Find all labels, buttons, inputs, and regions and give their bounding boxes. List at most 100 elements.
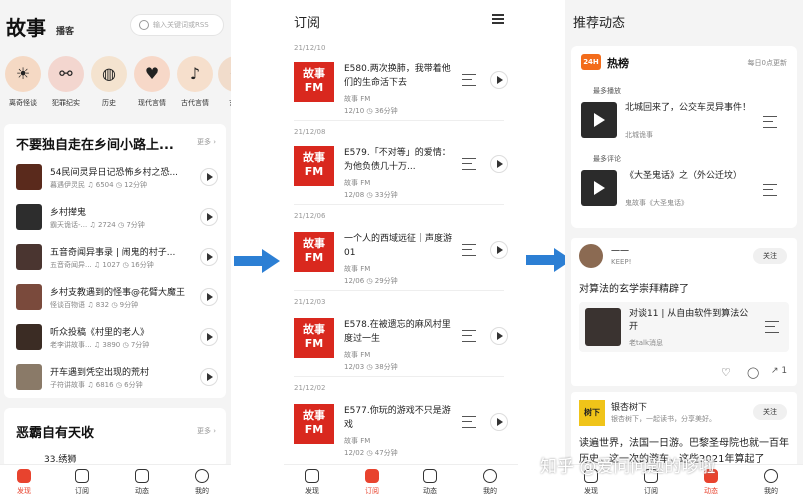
episode-item[interactable]: 故事FM E580.两次换肺，我带着他们的生命活下去 故事 FM 12/10 ◷… — [294, 62, 514, 124]
tab-discover[interactable]: 发现 — [4, 469, 44, 496]
item-author: 霸天诡话-... — [50, 221, 88, 229]
episode-title: E578.在被遗忘的麻风村里度过一生 — [344, 320, 451, 344]
tab-me[interactable]: 我的 — [470, 469, 510, 496]
post-user[interactable]: 一一 — [611, 244, 629, 257]
shared-source: 老talk消息 — [629, 339, 664, 347]
play-button[interactable] — [490, 155, 508, 173]
add-to-queue-icon[interactable] — [765, 321, 779, 333]
add-to-queue-icon[interactable] — [763, 116, 777, 128]
tab-subscribe[interactable]: 订阅 — [62, 469, 102, 496]
add-to-queue-icon[interactable] — [462, 416, 476, 428]
category-item[interactable]: ◍ 历史 — [87, 56, 131, 108]
list-icon[interactable] — [492, 14, 504, 24]
episode-item[interactable]: 故事FM E579.「不对等」的爱情：为他负债几十万... 故事 FM 12/0… — [294, 146, 514, 208]
episode-meta: 12/10 ◷ 36分钟 — [344, 107, 398, 115]
list-item[interactable]: 乡村支教遇到的怪事@花臂大魔王 怪谈百物语 ♫ 832 ◷ 9分钟 — [16, 284, 220, 320]
play-button[interactable] — [200, 208, 218, 226]
avatar[interactable]: 树下 — [579, 400, 605, 426]
tab-feed[interactable]: 动态 — [122, 469, 162, 496]
play-count: 6816 — [95, 381, 114, 389]
play-button[interactable] — [490, 71, 508, 89]
show-logo: 故事FM — [294, 404, 334, 444]
section-title[interactable]: 不要独自走在乡间小路上... — [16, 134, 174, 153]
show-logo: 故事FM — [294, 62, 334, 102]
play-button[interactable] — [200, 288, 218, 306]
podcast-label[interactable]: 播客 — [56, 24, 74, 37]
play-button[interactable] — [200, 368, 218, 386]
profile-icon — [764, 469, 778, 483]
category-row: ☀ 离奇怪谈 ⚯ 犯罪纪实 ◍ 历史 ♥ 现代言情 ♪ 古代言情 ✦ 玄幻 — [0, 56, 231, 116]
category-item[interactable]: ✦ 玄幻 — [214, 56, 231, 108]
category-icon: ♪ — [177, 56, 213, 92]
follow-button[interactable]: 关注 — [753, 248, 787, 264]
section-title[interactable]: 恶霸自有天收 — [16, 422, 94, 441]
list-item[interactable]: 乡村撵鬼 霸天诡话-... ♫ 2724 ◷ 7分钟 — [16, 204, 220, 240]
hot-item[interactable]: 《大圣鬼话》之（外公迁坟） 鬼故事《大圣鬼话》 — [581, 170, 787, 212]
add-to-queue-icon[interactable] — [462, 244, 476, 256]
tab-discover[interactable]: 发现 — [292, 469, 332, 496]
category-item[interactable]: ⚯ 犯罪纪实 — [44, 56, 88, 108]
play-button[interactable] — [490, 413, 508, 431]
add-to-queue-icon[interactable] — [462, 158, 476, 170]
hot-item[interactable]: 北城回来了，公交车灵异事件！ 北城诡事 — [581, 102, 787, 144]
post-user[interactable]: 银杏树下 — [611, 400, 647, 413]
tab-label: 我的 — [764, 487, 778, 495]
avatar[interactable] — [579, 244, 603, 268]
post-user-sub: 银杏树下，一起读书，分享美好。 — [611, 415, 716, 423]
show-logo: 故事FM — [294, 232, 334, 272]
share-button[interactable]: ↗ 1 — [771, 366, 787, 376]
tab-label: 订阅 — [644, 487, 658, 495]
cover-play-icon[interactable] — [581, 102, 617, 138]
tab-feed[interactable]: 动态 — [410, 469, 450, 496]
list-item[interactable]: 54民间灵异日记恐怖乡村之恐... 暮遇伊灵民 ♫ 6504 ◷ 12分钟 — [16, 164, 220, 200]
item-meta: 老李讲故事... ♫ 3890 ◷ 7分钟 — [50, 341, 150, 349]
comment-icon[interactable]: ◯ — [747, 366, 759, 379]
play-button[interactable] — [490, 241, 508, 259]
more-link[interactable]: 更多 › — [197, 137, 216, 147]
item-title: 五音奇闻异事录 | 闹鬼的村子... — [50, 248, 176, 258]
shared-episode[interactable]: 对谈11 | 从自由软件到算法公开 老talk消息 — [579, 302, 789, 352]
tab-label: 发现 — [305, 487, 319, 495]
tab-me[interactable]: 我的 — [182, 469, 222, 496]
tab-me[interactable]: 我的 — [751, 469, 791, 496]
play-button[interactable] — [200, 248, 218, 266]
play-button[interactable] — [200, 168, 218, 186]
list-item[interactable]: 五音奇闻异事录 | 闹鬼的村子... 五音奇闻异... ♫ 1027 ◷ 16分… — [16, 244, 220, 280]
profile-icon — [483, 469, 497, 483]
more-link[interactable]: 更多 › — [197, 426, 216, 436]
play-button[interactable] — [200, 328, 218, 346]
section-card: 不要独自走在乡间小路上... 更多 › 54民间灵异日记恐怖乡村之恐... 暮遇… — [4, 124, 226, 398]
category-glyph: ◍ — [102, 64, 116, 83]
follow-button[interactable]: 关注 — [753, 404, 787, 420]
duration: 16分钟 — [130, 261, 154, 269]
add-to-queue-icon[interactable] — [462, 74, 476, 86]
cover-image — [16, 204, 42, 230]
list-item[interactable]: 听众投稿《村里的老人》 老李讲故事... ♫ 3890 ◷ 7分钟 — [16, 324, 220, 360]
list-item[interactable]: 开车遇到凭空出现的荒村 子符讲故事 ♫ 6816 ◷ 6分钟 — [16, 364, 220, 400]
profile-icon — [195, 469, 209, 483]
search-input[interactable]: 输入关键词或RSS — [130, 14, 224, 36]
episode-item[interactable]: 故事FM E578.在被遗忘的麻风村里度过一生 故事 FM 12/03 ◷ 38… — [294, 318, 514, 380]
add-to-queue-icon[interactable] — [462, 330, 476, 342]
category-item[interactable]: ☀ 离奇怪谈 — [1, 56, 45, 108]
episode-item[interactable]: 故事FM 一个人的西域远征｜声度游 01 故事 FM 12/06 ◷ 29分钟 — [294, 232, 514, 294]
post-user-sub: KEEP! — [611, 258, 632, 266]
category-item[interactable]: ♪ 古代言情 — [173, 56, 217, 108]
category-label: 玄幻 — [214, 98, 231, 108]
subscribe-icon — [75, 469, 89, 483]
add-to-queue-icon[interactable] — [763, 184, 777, 196]
episode-title: E577.你玩的游戏不只是游戏 — [344, 406, 451, 430]
tab-subscribe[interactable]: 订阅 — [352, 469, 392, 496]
cover-play-icon[interactable] — [581, 170, 617, 206]
hot-list-title[interactable]: 热榜 — [607, 55, 629, 71]
play-button[interactable] — [490, 327, 508, 345]
episode-meta: 12/03 ◷ 38分钟 — [344, 363, 398, 371]
divider — [294, 290, 504, 291]
category-item[interactable]: ♥ 现代言情 — [130, 56, 174, 108]
subscribe-icon — [365, 469, 379, 483]
category-icon: ♥ — [134, 56, 170, 92]
screenshot-collage: 故事 播客 输入关键词或RSS ☀ 离奇怪谈 ⚯ 犯罪纪实 ◍ 历史 ♥ 现代言… — [0, 0, 803, 500]
episode-item[interactable]: 故事FM E577.你玩的游戏不只是游戏 故事 FM 12/02 ◷ 47分钟 — [294, 404, 514, 466]
like-icon[interactable]: ♡ — [721, 366, 731, 379]
item-title: 听众投稿《村里的老人》 — [50, 328, 150, 338]
